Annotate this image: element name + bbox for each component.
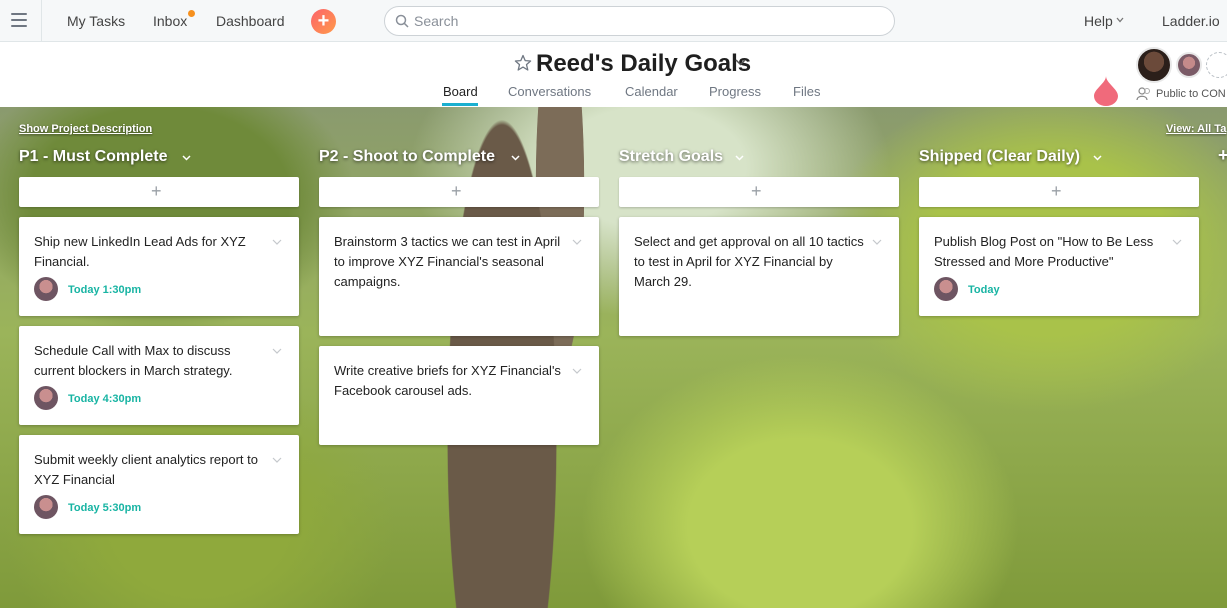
plus-icon: + <box>451 181 462 201</box>
column-title-p1[interactable]: P1 - Must Complete <box>19 148 167 166</box>
search-bar[interactable] <box>384 6 895 36</box>
nav-my-tasks[interactable]: My Tasks <box>67 13 125 29</box>
search-icon <box>395 14 409 28</box>
board-canvas: Show Project Description View: All Ta + … <box>0 107 1227 608</box>
show-project-description-link[interactable]: Show Project Description <box>19 123 152 135</box>
task-name: Schedule Call with Max to discuss curren… <box>34 343 233 378</box>
assignee-avatar[interactable] <box>34 277 58 301</box>
help-drip-icon[interactable] <box>1092 75 1120 107</box>
assignee-avatar[interactable] <box>34 386 58 410</box>
task-name: Publish Blog Post on "How to Be Less Str… <box>934 234 1154 269</box>
column-title-stretch[interactable]: Stretch Goals <box>619 148 723 166</box>
task-name: Ship new LinkedIn Lead Ads for XYZ Finan… <box>34 234 246 269</box>
add-task-button[interactable]: + <box>319 177 599 207</box>
chevron-down-icon[interactable] <box>572 239 582 245</box>
task-card[interactable]: Schedule Call with Max to discuss curren… <box>19 326 299 425</box>
add-task-button[interactable]: + <box>919 177 1199 207</box>
add-task-button[interactable]: + <box>19 177 299 207</box>
people-icon <box>1136 87 1150 101</box>
project-owner-avatar[interactable] <box>1136 47 1172 83</box>
task-card[interactable]: Publish Blog Post on "How to Be Less Str… <box>919 217 1199 316</box>
task-card[interactable]: Brainstorm 3 tactics we can test in Apri… <box>319 217 599 336</box>
due-date[interactable]: Today 1:30pm <box>68 284 141 296</box>
add-column-button[interactable]: + <box>1218 145 1227 166</box>
inbox-notification-dot <box>188 10 195 17</box>
assignee-avatar[interactable] <box>934 277 958 301</box>
tab-conversations[interactable]: Conversations <box>508 84 591 99</box>
chevron-down-icon[interactable] <box>182 155 191 161</box>
chevron-down-icon[interactable] <box>511 155 520 161</box>
tab-progress[interactable]: Progress <box>709 84 761 99</box>
nav-dashboard[interactable]: Dashboard <box>216 13 285 29</box>
member-avatar[interactable] <box>1176 52 1202 78</box>
plus-icon: + <box>751 181 762 201</box>
assignee-avatar[interactable] <box>34 495 58 519</box>
task-card[interactable]: Write creative briefs for XYZ Financial'… <box>319 346 599 445</box>
hamburger-menu-icon[interactable] <box>11 13 27 27</box>
due-date[interactable]: Today <box>968 284 1000 296</box>
chevron-down-icon[interactable] <box>1093 155 1102 161</box>
view-filter-link[interactable]: View: All Ta <box>1166 123 1226 135</box>
tab-board[interactable]: Board <box>443 84 478 99</box>
due-date[interactable]: Today 5:30pm <box>68 502 141 514</box>
task-name: Select and get approval on all 10 tactic… <box>634 234 864 289</box>
star-icon[interactable] <box>514 54 532 72</box>
chevron-down-icon[interactable] <box>735 155 744 161</box>
due-date[interactable]: Today 4:30pm <box>68 393 141 405</box>
search-input[interactable] <box>414 11 874 31</box>
top-navigation-bar: My Tasks Inbox Dashboard + Help Ladder.i… <box>0 0 1227 42</box>
active-tab-indicator <box>442 103 478 106</box>
quick-add-button[interactable]: + <box>311 9 336 34</box>
organization-name[interactable]: Ladder.io <box>1162 13 1220 29</box>
task-name: Brainstorm 3 tactics we can test in Apri… <box>334 234 561 289</box>
tab-calendar[interactable]: Calendar <box>625 84 678 99</box>
tab-files[interactable]: Files <box>793 84 820 99</box>
chevron-down-icon[interactable] <box>735 59 746 66</box>
chevron-down-icon[interactable] <box>572 368 582 374</box>
column-title-shipped[interactable]: Shipped (Clear Daily) <box>919 148 1080 166</box>
nav-divider <box>41 0 42 42</box>
task-card[interactable]: Select and get approval on all 10 tactic… <box>619 217 899 336</box>
chevron-down-icon[interactable] <box>1116 17 1124 23</box>
task-card[interactable]: Ship new LinkedIn Lead Ads for XYZ Finan… <box>19 217 299 316</box>
chevron-down-icon[interactable] <box>272 457 282 463</box>
chevron-down-icon[interactable] <box>272 239 282 245</box>
chevron-down-icon[interactable] <box>1172 239 1182 245</box>
add-member-icon[interactable] <box>1206 52 1227 78</box>
column-title-p2[interactable]: P2 - Shoot to Complete <box>319 148 495 166</box>
chevron-down-icon[interactable] <box>272 348 282 354</box>
project-privacy-label[interactable]: Public to CON <box>1156 88 1226 100</box>
task-card[interactable]: Submit weekly client analytics report to… <box>19 435 299 534</box>
project-header: Reed's Daily Goals Board Conversations C… <box>0 42 1227 107</box>
nav-inbox[interactable]: Inbox <box>153 13 187 29</box>
task-name: Write creative briefs for XYZ Financial'… <box>334 363 561 398</box>
chevron-down-icon[interactable] <box>872 239 882 245</box>
help-menu[interactable]: Help <box>1084 13 1113 29</box>
add-task-button[interactable]: + <box>619 177 899 207</box>
project-title[interactable]: Reed's Daily Goals <box>536 50 751 78</box>
task-name: Submit weekly client analytics report to… <box>34 452 258 487</box>
plus-icon: + <box>1051 181 1062 201</box>
plus-icon: + <box>151 181 162 201</box>
